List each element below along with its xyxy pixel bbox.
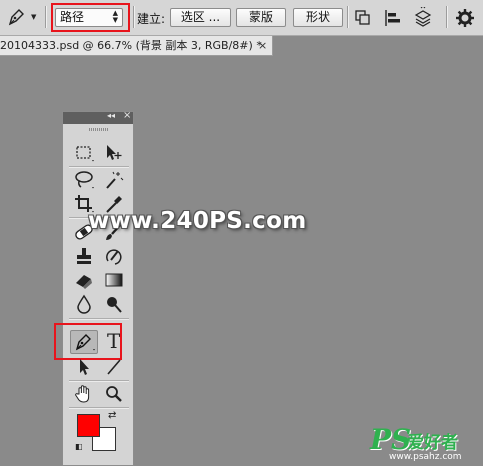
watermark-logo-url: www.psahz.com (389, 452, 462, 462)
hand-tool-icon[interactable] (71, 383, 97, 405)
history-brush-icon[interactable] (101, 245, 127, 267)
path-alignment-icon (382, 10, 404, 32)
separator (347, 6, 349, 28)
document-close-icon[interactable]: × (258, 36, 267, 55)
default-colors-icon[interactable]: ◧ (75, 442, 83, 451)
magic-wand-icon[interactable] (101, 169, 127, 191)
blur-tool-icon[interactable] (71, 293, 97, 315)
foreground-color-swatch[interactable] (77, 414, 100, 437)
separator (133, 6, 135, 28)
move-tool-icon[interactable] (101, 142, 127, 164)
separator (69, 166, 129, 168)
panel-drag-grip[interactable] (89, 128, 109, 131)
separator (446, 6, 448, 28)
zoom-tool-icon[interactable] (101, 383, 127, 405)
tools-panel: ◂◂ × T ⇄ ◧ (54, 110, 134, 466)
watermark-logo-cn: 爱好者 (407, 433, 458, 453)
path-alignment-button[interactable] (382, 7, 404, 29)
document-tab-title: 20104333.psd @ 66.7% (背景 副本 3, RGB/8#) * (0, 39, 262, 52)
clone-stamp-icon[interactable] (71, 245, 97, 267)
path-arrangement-button[interactable] (412, 5, 434, 32)
path-arrangement-icon (412, 5, 434, 32)
separator (69, 318, 129, 320)
tools-panel-header[interactable]: ◂◂ × (63, 110, 133, 124)
settings-gear-icon (454, 9, 476, 32)
watermark-site: www.240PS.com (88, 208, 307, 234)
eraser-tool-icon[interactable] (71, 269, 97, 291)
rectangular-marquee-icon[interactable] (71, 142, 97, 164)
settings-button[interactable] (454, 7, 476, 29)
separator (45, 6, 47, 28)
options-bar: ▼ 路径 ▲ ▼ 建立: 选区 ... 蒙版 形状 (0, 0, 483, 36)
tool-preset-picker[interactable] (6, 6, 28, 28)
dodge-tool-icon[interactable] (101, 293, 127, 315)
path-operations-button[interactable] (352, 7, 374, 29)
path-selection-icon[interactable] (71, 356, 97, 378)
collapse-panel-icon[interactable]: ◂◂ (107, 111, 115, 120)
make-selection-button[interactable]: 选区 ... (170, 8, 231, 27)
highlight-box-mode (51, 3, 130, 32)
lasso-tool-icon[interactable] (71, 169, 97, 191)
pen-tool-icon (6, 9, 28, 31)
separator (69, 407, 129, 409)
preset-dropdown-arrow-icon[interactable]: ▼ (31, 13, 36, 21)
make-mask-button[interactable]: 蒙版 (236, 8, 286, 27)
document-tab[interactable]: 20104333.psd @ 66.7% (背景 副本 3, RGB/8#) *… (0, 36, 273, 56)
make-shape-button[interactable]: 形状 (293, 8, 343, 27)
make-label: 建立: (137, 12, 166, 26)
swap-colors-icon[interactable]: ⇄ (108, 410, 116, 421)
gradient-tool-icon[interactable] (101, 269, 127, 291)
highlight-box-pen-tool (54, 323, 122, 360)
close-panel-icon[interactable]: × (123, 110, 131, 121)
line-tool-icon[interactable] (101, 356, 127, 378)
path-operations-icon (352, 10, 374, 32)
separator (69, 380, 129, 382)
